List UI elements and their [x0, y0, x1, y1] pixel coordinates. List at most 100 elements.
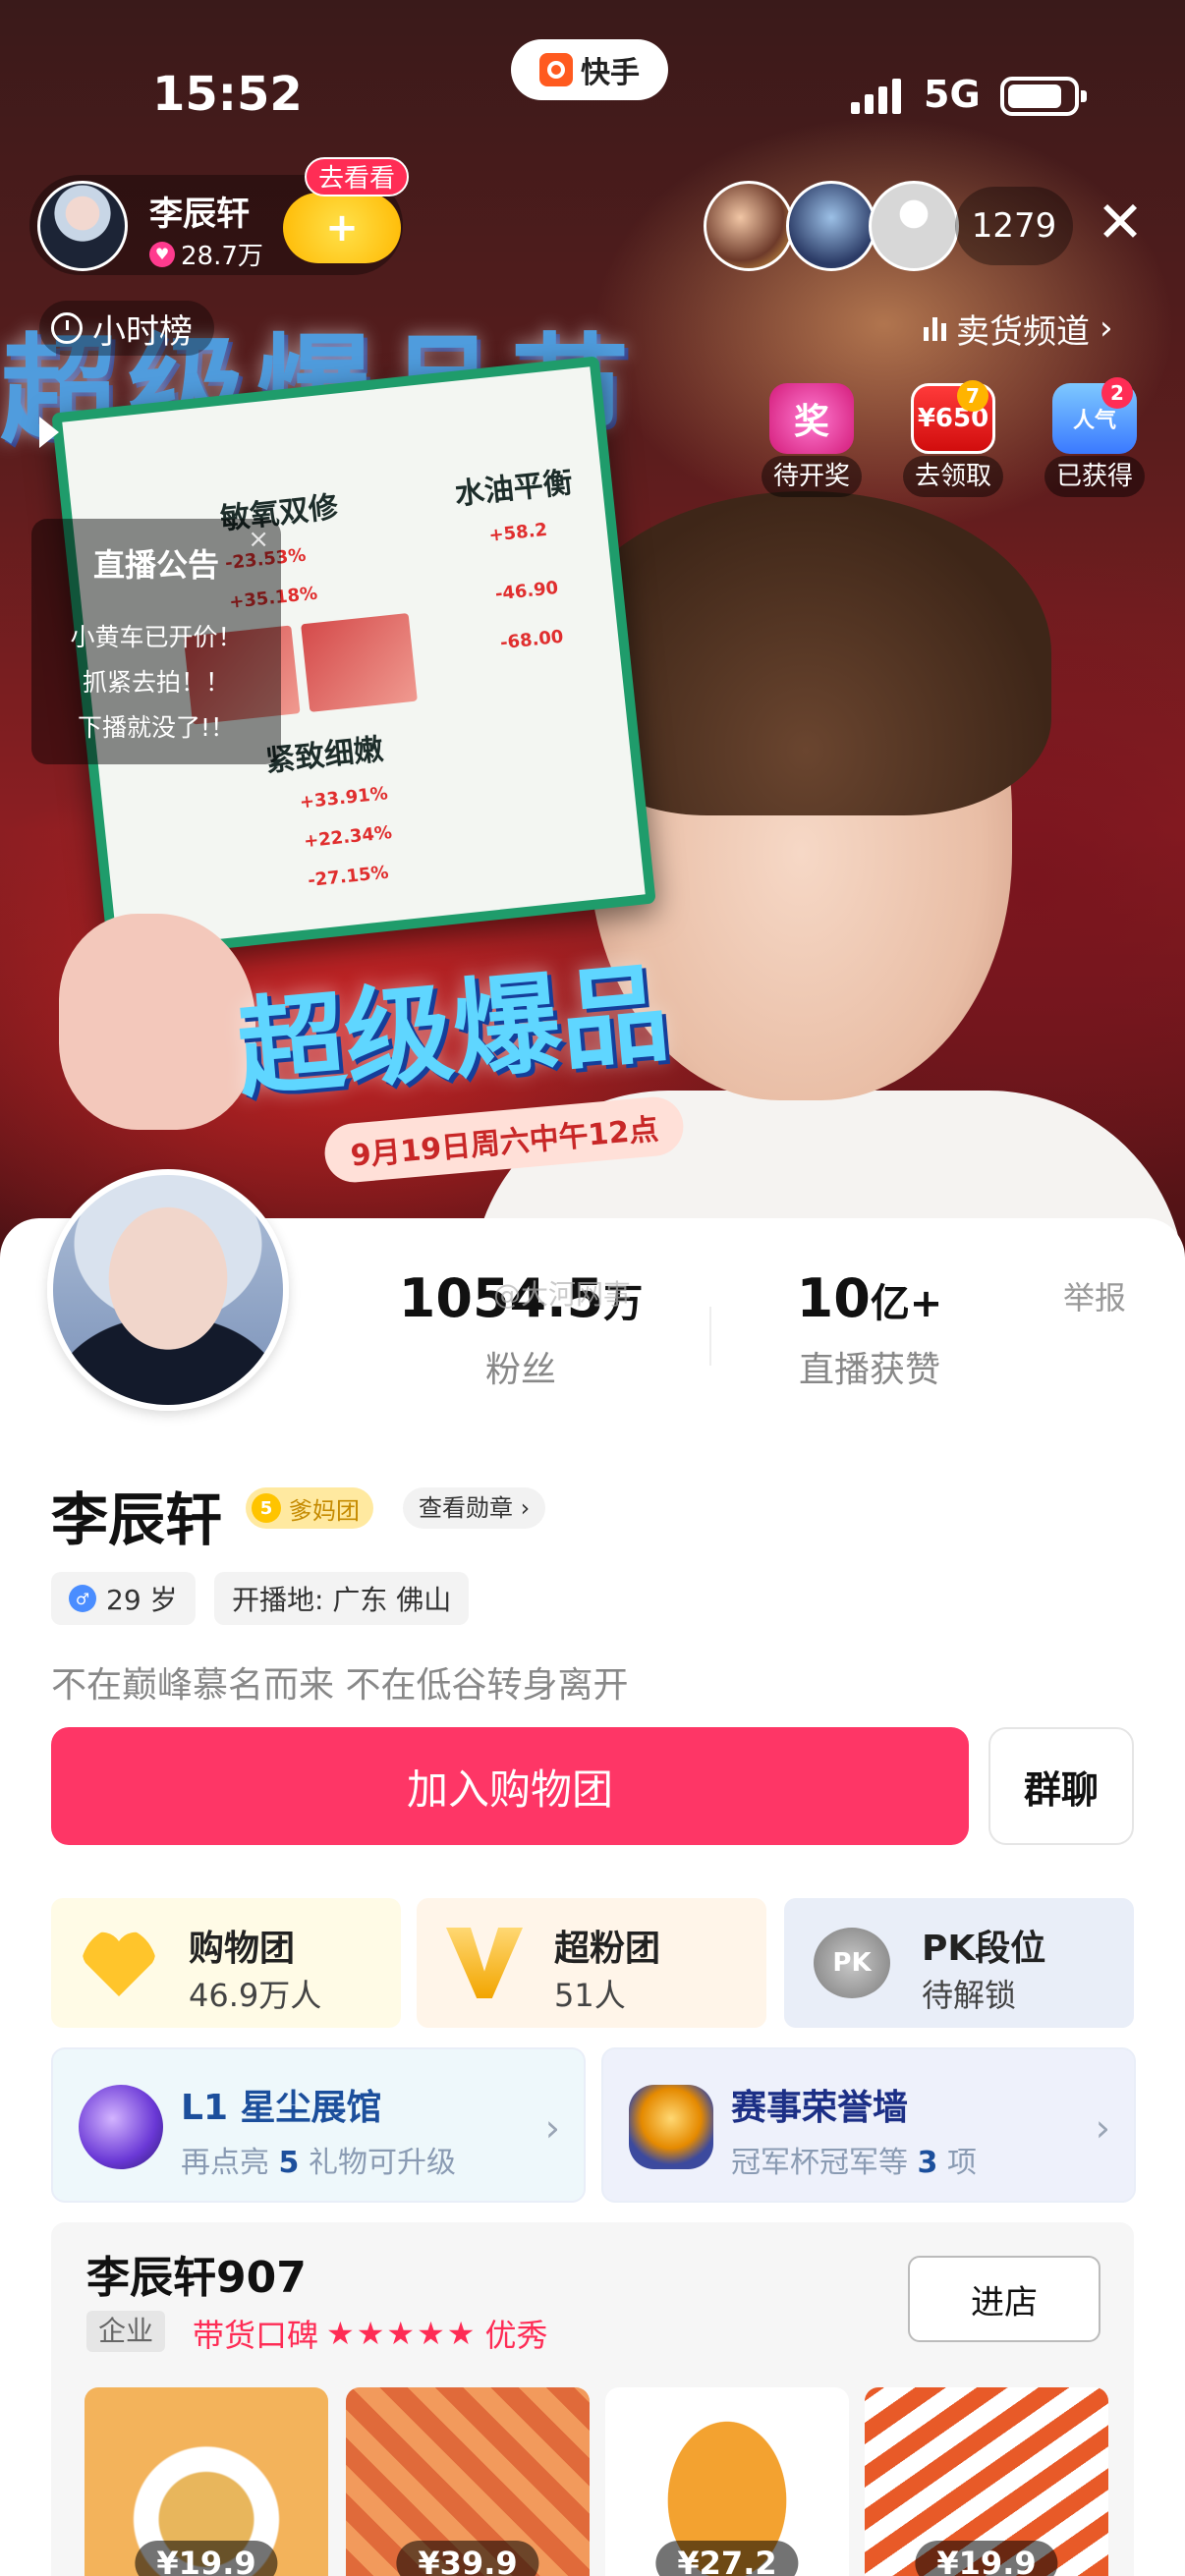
likes-count-row: 10亿+	[747, 1267, 992, 1329]
app-name: 快手	[581, 56, 640, 90]
reward-icon-text: 奖	[793, 402, 829, 442]
chevron-right-icon: ›	[544, 2106, 560, 2150]
v-badge-icon	[446, 1928, 523, 1998]
heart-icon	[81, 1928, 157, 1998]
streamer-avatar[interactable]	[37, 181, 128, 271]
fan-group-badge[interactable]: 5 爹妈团	[246, 1487, 373, 1529]
close-icon[interactable]: ×	[248, 525, 269, 554]
honor-sub: 再点亮 5 礼物可升级	[181, 2138, 456, 2181]
announcement-line: 下播就没了!！	[77, 713, 236, 742]
viewer-avatar[interactable]	[786, 181, 876, 271]
app-indicator-pill[interactable]: 快手	[511, 39, 668, 100]
product-price: ¥39.9	[396, 2541, 539, 2576]
star-rating-icon: ★★★★★	[326, 2315, 478, 2352]
shop-reputation: 带货口碑 ★★★★★ 优秀	[193, 2311, 547, 2356]
join-fan-club-button[interactable]: +	[283, 193, 401, 263]
reward-label: 已获得	[1044, 456, 1145, 497]
honor-sub-number: 3	[917, 2146, 938, 2180]
bar-chart-icon	[924, 315, 946, 341]
sales-channel-button[interactable]: 卖货频道 ›	[924, 301, 1113, 356]
streamer-hand	[59, 914, 255, 1130]
poster-stat: -68.00	[499, 626, 565, 654]
honor-sub-number: 5	[278, 2146, 300, 2180]
hourly-rank-button[interactable]: 小时榜	[39, 301, 214, 356]
reward-label: 待开奖	[761, 456, 862, 497]
poster-stat: +33.91%	[298, 783, 389, 813]
reward-badge: 7	[957, 380, 988, 412]
heart-icon: ♥	[149, 241, 175, 267]
enter-shop-button[interactable]: 进店	[908, 2256, 1100, 2342]
poster-stat: -27.15%	[307, 862, 390, 892]
location-tag: 开播地: 广东 佛山	[214, 1572, 470, 1625]
age-tag: ♂ 29 岁	[51, 1572, 196, 1625]
fan-level-icon: 5	[252, 1493, 281, 1523]
live-announcement: 直播公告 × 小黄车已开价！ 抓紧去拍！！ 下播就没了!！	[31, 519, 281, 764]
close-icon[interactable]: ✕	[1091, 193, 1150, 252]
video-floor-text: 超级爆品	[232, 950, 674, 1113]
streamer-name[interactable]: 李辰轩	[149, 187, 250, 235]
shopping-group-card[interactable]: 购物团 46.9万人	[51, 1898, 401, 2028]
viewer-avatar[interactable]	[704, 181, 794, 271]
honor-sub-text: 项	[937, 2146, 977, 2180]
reward-icon-text: 人气	[1072, 409, 1116, 433]
super-fan-group-card[interactable]: 超粉团 51人	[417, 1898, 766, 2028]
status-time: 15:52	[152, 67, 303, 122]
fan-group-name: 爹妈团	[289, 1496, 360, 1525]
age-text: 29 岁	[106, 1584, 178, 1616]
crystal-ball-icon	[79, 2085, 163, 2169]
product-card[interactable]: ¥27.2	[605, 2387, 849, 2576]
honor-title: 赛事荣誉墙	[731, 2088, 909, 2128]
product-price: ¥19.9	[135, 2541, 278, 2576]
network-type: 5G	[924, 73, 981, 116]
honor-sub-text: 再点亮	[181, 2146, 279, 2180]
poster-stat: +58.2	[487, 519, 549, 546]
announcement-title: 直播公告	[92, 546, 219, 584]
honor-title: L1 星尘展馆	[181, 2088, 382, 2128]
feature-title: 超粉团	[554, 1929, 661, 1969]
viewer-avatar[interactable]	[869, 181, 959, 271]
poster-title-2: 水油平衡	[453, 465, 575, 513]
report-link[interactable]: 举报	[1063, 1273, 1126, 1318]
reward-pending-draw[interactable]: 奖 待开奖	[753, 383, 871, 497]
product-card[interactable]: ¥39.9	[346, 2387, 590, 2576]
profile-avatar[interactable]	[47, 1169, 289, 1411]
honor-sub-text: 冠军杯冠军等	[731, 2146, 918, 2180]
join-shopping-group-button[interactable]: 加入购物团	[51, 1727, 969, 1845]
product-card[interactable]: ¥19.9	[85, 2387, 328, 2576]
poster-stat: -46.90	[493, 577, 560, 605]
play-arrow-icon[interactable]	[39, 417, 59, 448]
feature-sub: 51人	[554, 1977, 626, 2014]
stardust-gallery-card[interactable]: L1 星尘展馆 再点亮 5 礼物可升级 ›	[51, 2047, 586, 2203]
event-honor-wall-card[interactable]: 赛事荣誉墙 冠军杯冠军等 3 项 ›	[601, 2047, 1136, 2203]
shop-name[interactable]: 李辰轩907	[86, 2242, 307, 2305]
reward-obtained[interactable]: 人气 2 已获得	[1036, 377, 1154, 497]
popularity-ticket-icon: 人气 2	[1052, 377, 1137, 454]
announcement-body: 小黄车已开价！ 抓紧去拍！！ 下播就没了!！	[31, 615, 281, 751]
viewer-count[interactable]: 1279	[955, 187, 1073, 265]
battery-icon	[1000, 77, 1087, 116]
profile-bio: 不在巅峰慕名而来 不在低谷转身离开	[51, 1665, 629, 1706]
watermark: @大河网事	[493, 1278, 632, 1311]
feature-title: 购物团	[189, 1929, 296, 1969]
male-icon: ♂	[69, 1585, 96, 1612]
view-medals-link[interactable]: 查看勋章 ›	[403, 1487, 546, 1529]
likes-label: 直播获赞	[798, 1350, 940, 1390]
divider	[709, 1307, 711, 1366]
feature-sub: 待解锁	[922, 1977, 1017, 2014]
pk-rank-card[interactable]: PK PK段位 待解锁	[784, 1898, 1134, 2028]
poster-skin-image	[301, 612, 418, 712]
chevron-right-icon: ›	[1100, 308, 1113, 348]
shop-type-badge: 企业	[86, 2311, 166, 2352]
kuaishou-logo-icon	[539, 53, 573, 86]
clock-icon	[51, 312, 83, 344]
reward-claim[interactable]: ¥650 7 去领取	[894, 380, 1012, 497]
fans-label: 粉丝	[484, 1350, 556, 1390]
pk-medal-icon: PK	[814, 1928, 890, 1998]
chevron-right-icon: ›	[1095, 2106, 1110, 2150]
product-card[interactable]: ¥19.9	[865, 2387, 1108, 2576]
signal-icon	[851, 79, 901, 114]
join-tag-label[interactable]: 去看看	[305, 157, 410, 196]
profile-name: 李辰轩	[51, 1486, 223, 1553]
red-packet-icon: ¥650 7	[911, 380, 995, 454]
group-chat-button[interactable]: 群聊	[988, 1727, 1134, 1845]
